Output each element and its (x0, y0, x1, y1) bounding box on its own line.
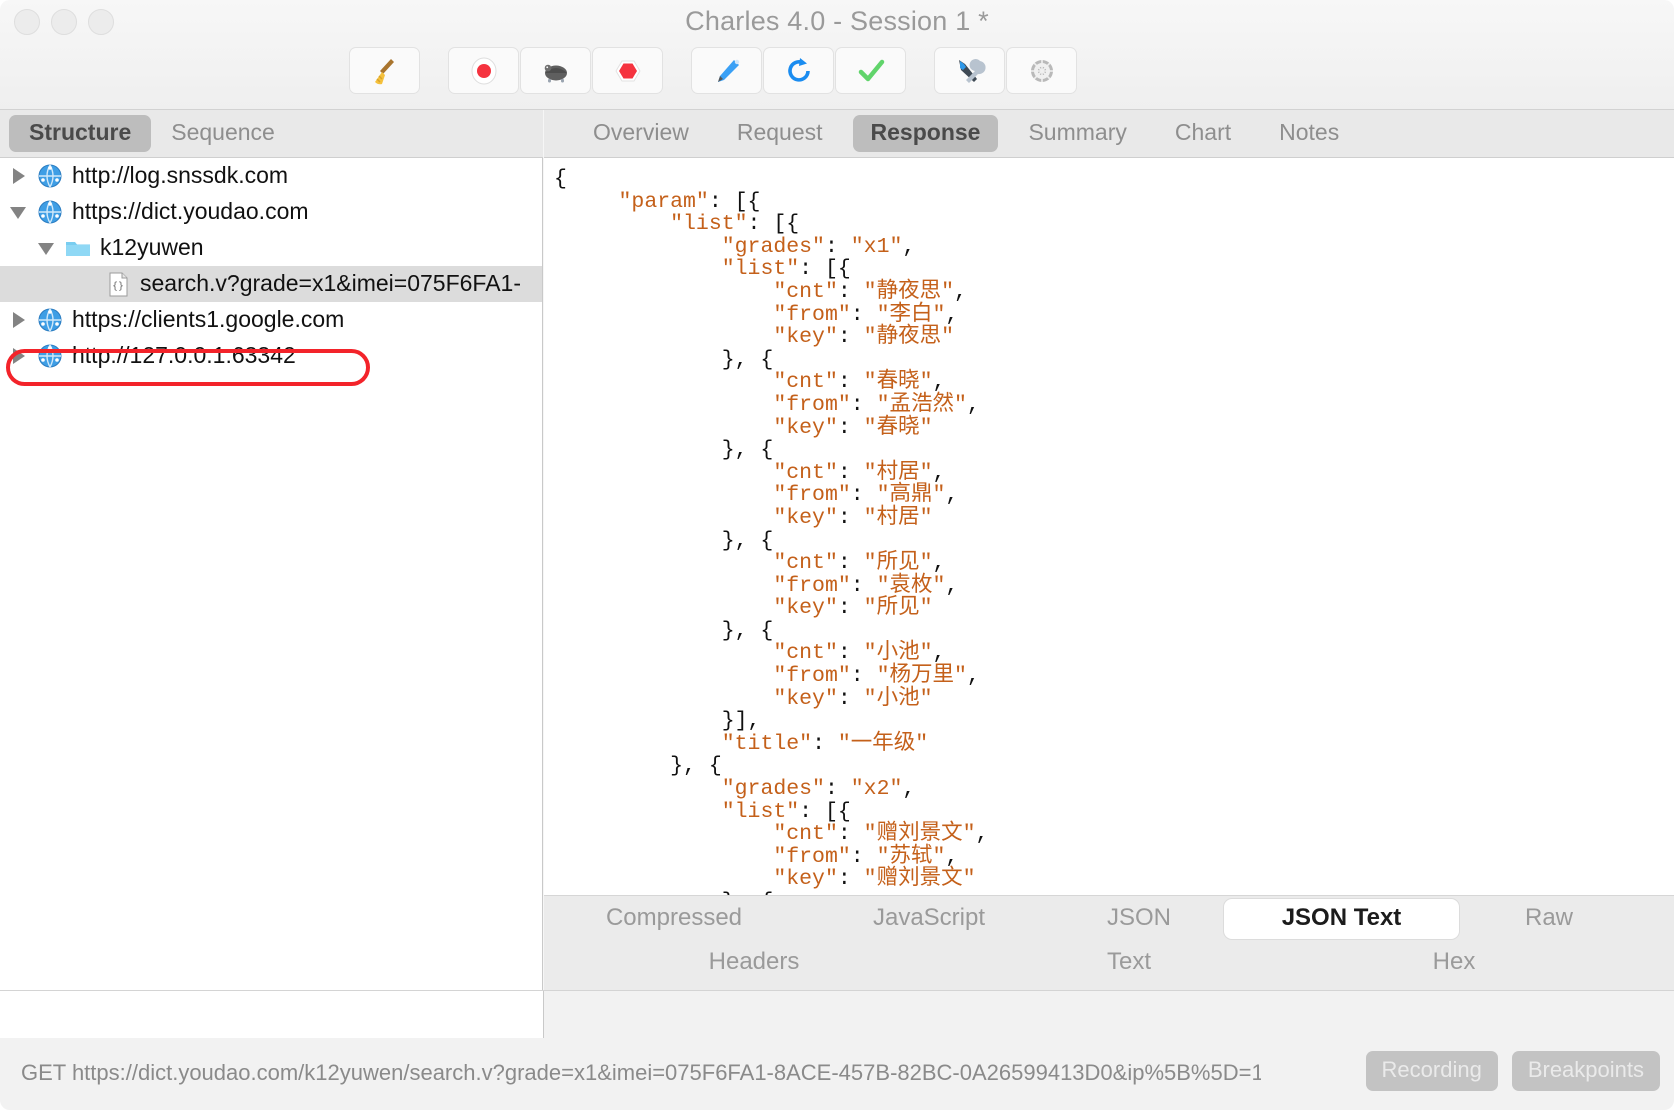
tab-notes[interactable]: Notes (1261, 115, 1357, 152)
refresh-icon (782, 54, 816, 88)
chevron-right-icon[interactable] (10, 310, 30, 330)
status-buttons: Recording Breakpoints (1365, 1051, 1660, 1091)
globe-icon (36, 306, 64, 334)
recording-status-button[interactable]: Recording (1365, 1051, 1498, 1091)
broom-icon (368, 54, 402, 88)
tree-row[interactable]: https://clients1.google.com (0, 302, 542, 338)
tree-row[interactable]: http://log.snssdk.com (0, 158, 542, 194)
tab-overview[interactable]: Overview (575, 115, 707, 152)
tree-item-label: https://clients1.google.com (72, 305, 345, 332)
tree-row[interactable]: k12yuwen (0, 230, 542, 266)
tab-response[interactable]: Response (852, 115, 999, 152)
turtle-icon (539, 54, 573, 88)
chevron-down-icon[interactable] (38, 238, 58, 258)
tab-structure[interactable]: Structure (9, 115, 152, 152)
breakpoints-status-button[interactable]: Breakpoints (1511, 1051, 1660, 1091)
status-url-text: GET https://dict.youdao.com/k12yuwen/sea… (21, 1060, 1261, 1085)
globe-icon (36, 162, 64, 190)
viewtab-json-text[interactable]: JSON Text (1224, 899, 1459, 939)
view-tabs-row-2: Headers Text Hex (544, 940, 1674, 986)
view-tabs-row-1: Compressed JavaScript JSON JSON Text Raw (544, 896, 1674, 942)
record-icon (467, 54, 501, 88)
window-title: Charles 4.0 - Session 1 * (685, 6, 989, 36)
stop-hexagon-icon (611, 54, 645, 88)
tab-request[interactable]: Request (719, 115, 841, 152)
status-bar-left-filler (0, 991, 544, 1038)
svg-text:{}: {} (112, 281, 124, 292)
json-text-content: { "param": [{ "list": [{ "grades": "x1",… (554, 167, 989, 895)
chevron-right-icon[interactable] (10, 346, 30, 366)
viewtab-raw[interactable]: Raw (1459, 899, 1639, 939)
status-bar: GET https://dict.youdao.com/k12yuwen/sea… (0, 990, 1674, 1110)
compose-button[interactable] (691, 47, 762, 94)
session-tree[interactable]: http://log.snssdk.com https://dict.youda… (0, 158, 543, 990)
left-panel-tabs: Structure Sequence (0, 110, 543, 158)
globe-icon (36, 198, 64, 226)
viewtab-headers[interactable]: Headers (544, 943, 964, 983)
tree-row[interactable]: http://127.0.0.1:63342 (0, 338, 542, 374)
viewtab-hex[interactable]: Hex (1294, 943, 1614, 983)
validate-button[interactable] (835, 47, 906, 94)
throttle-button[interactable] (520, 47, 591, 94)
viewtab-text[interactable]: Text (964, 943, 1294, 983)
viewtab-javascript[interactable]: JavaScript (804, 899, 1054, 939)
title-bar: Charles 4.0 - Session 1 * (0, 0, 1674, 110)
tree-item-label: http://127.0.0.1:63342 (72, 341, 296, 368)
clear-session-button[interactable] (349, 47, 420, 94)
tree-item-label: k12yuwen (100, 233, 204, 260)
record-button[interactable] (448, 47, 519, 94)
globe-icon (36, 342, 64, 370)
tree-item-label: https://dict.youdao.com (72, 197, 309, 224)
right-panel-tabs: Overview Request Response Summary Chart … (544, 110, 1674, 158)
folder-icon (64, 234, 92, 262)
tree-item-label: search.v?grade=x1&imei=075F6FA1- (140, 269, 521, 296)
pen-icon (710, 54, 744, 88)
checkmark-icon (854, 54, 888, 88)
viewtab-compressed[interactable]: Compressed (544, 899, 804, 939)
json-file-icon: {} (104, 270, 132, 298)
gear-icon (1025, 54, 1059, 88)
tools-icon (953, 54, 987, 88)
tools-button[interactable] (934, 47, 1005, 94)
tree-row[interactable]: {} search.v?grade=x1&imei=075F6FA1- (0, 266, 542, 302)
response-body-panel[interactable]: { "param": [{ "list": [{ "grades": "x1",… (544, 158, 1674, 895)
toolbar (349, 47, 1078, 94)
tab-chart[interactable]: Chart (1157, 115, 1249, 152)
chevron-right-icon[interactable] (10, 166, 30, 186)
chevron-down-icon[interactable] (10, 202, 30, 222)
tab-sequence[interactable]: Sequence (151, 115, 295, 152)
tab-summary[interactable]: Summary (1010, 115, 1144, 152)
repeat-button[interactable] (763, 47, 834, 94)
tree-item-label: http://log.snssdk.com (72, 161, 289, 188)
breakpoints-button[interactable] (592, 47, 663, 94)
viewtab-json[interactable]: JSON (1054, 899, 1224, 939)
tree-row[interactable]: https://dict.youdao.com (0, 194, 542, 230)
charles-window: Charles 4.0 - Session 1 * Structure Sequ… (0, 0, 1674, 1110)
settings-button[interactable] (1006, 47, 1077, 94)
response-view-tabs: Compressed JavaScript JSON JSON Text Raw… (544, 895, 1674, 990)
